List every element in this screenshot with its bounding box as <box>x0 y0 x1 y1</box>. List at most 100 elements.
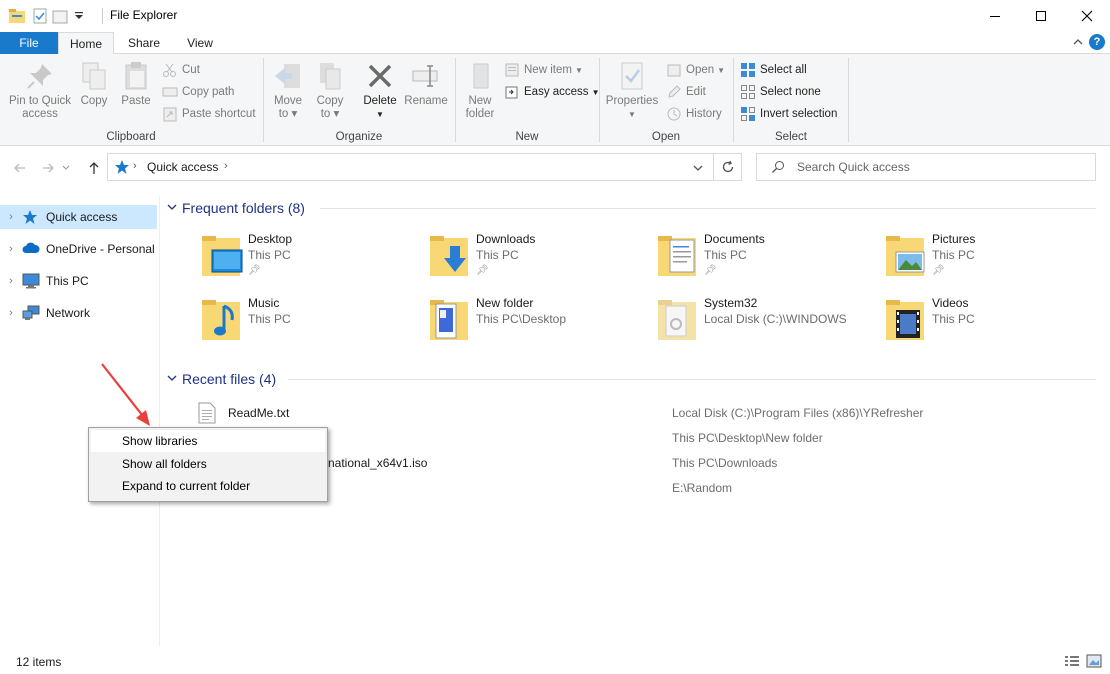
folder-tile-desktop[interactable]: Desktop This PC 📌︎ <box>198 232 418 288</box>
breadcrumb-quick-access[interactable]: Quick access <box>147 160 218 174</box>
select-none-button[interactable]: Select none <box>740 82 821 102</box>
recent-file-row[interactable]: E:\Random <box>196 477 1096 501</box>
folder-tile-system32[interactable]: System32 Local Disk (C:)\WINDOWS <box>654 296 874 352</box>
nav-item-quick-access[interactable]: › Quick access <box>0 205 157 229</box>
annotation-arrow-icon <box>101 363 150 426</box>
details-view-icon[interactable] <box>1064 654 1080 671</box>
customize-toolbar-icon[interactable] <box>72 8 86 24</box>
scissors-icon <box>162 62 178 78</box>
menu-item-show-all-folders[interactable]: Show all folders <box>91 453 325 475</box>
edit-button[interactable]: Edit <box>666 82 706 102</box>
frequent-folders-header[interactable]: Frequent folders (8) <box>166 198 305 218</box>
properties-button[interactable]: Properties ▼ <box>604 60 660 121</box>
expand-chevron-icon[interactable]: › <box>0 275 22 287</box>
item-count: 12 items <box>16 655 62 669</box>
tab-file[interactable]: File <box>0 32 58 54</box>
up-button[interactable] <box>84 158 104 178</box>
maximize-button[interactable] <box>1018 0 1064 32</box>
invert-selection-button[interactable]: Invert selection <box>740 104 837 124</box>
select-all-icon <box>740 62 756 78</box>
paste-button[interactable]: Paste <box>116 60 156 108</box>
menu-item-expand-to-current-folder[interactable]: Expand to current folder <box>91 475 325 497</box>
breadcrumb-chevron-icon[interactable]: › <box>133 160 137 172</box>
folder-tile-videos[interactable]: Videos This PC <box>882 296 1102 352</box>
open-button[interactable]: Open ▼ <box>666 60 725 80</box>
tab-share[interactable]: Share <box>118 32 170 54</box>
menu-item-show-libraries[interactable]: Show libraries <box>91 430 325 452</box>
search-box[interactable]: Search Quick access <box>756 153 1096 181</box>
paste-label: Paste <box>121 95 151 107</box>
copy-path-button[interactable]: Copy path <box>162 82 234 102</box>
new-folder-label-2: folder <box>465 108 495 120</box>
easy-access-label: Easy access <box>524 86 589 98</box>
folder-tile-pictures[interactable]: Pictures This PC 📌︎ <box>882 232 1102 288</box>
address-dropdown-icon[interactable] <box>692 162 704 176</box>
back-button[interactable] <box>10 158 30 178</box>
folder-name: Videos <box>932 296 969 310</box>
select-group-label: Select <box>775 131 807 143</box>
new-folder-button[interactable]: New folder <box>460 60 500 121</box>
minimize-button[interactable] <box>972 0 1018 32</box>
copy-to-button[interactable]: Copy to ▾ <box>312 60 348 121</box>
close-button[interactable] <box>1064 0 1110 32</box>
expand-chevron-icon[interactable]: › <box>0 211 22 223</box>
new-item-label: New item <box>524 64 572 76</box>
rename-label: Rename <box>404 95 448 107</box>
collapse-chevron-icon[interactable] <box>166 201 182 215</box>
cut-label: Cut <box>182 64 200 76</box>
system32-folder-icon <box>654 296 700 344</box>
network-icon <box>22 305 40 321</box>
recent-file-row[interactable]: national_x64v1.iso This PC\Downloads <box>196 452 1096 476</box>
recent-file-path: E:\Random <box>672 481 733 495</box>
paste-shortcut-button[interactable]: Paste shortcut <box>162 104 256 124</box>
delete-dropdown-icon[interactable]: ▼ <box>360 108 400 121</box>
forward-button[interactable] <box>38 158 58 178</box>
delete-label: Delete <box>363 95 397 107</box>
properties-dropdown-icon[interactable]: ▼ <box>604 108 660 121</box>
tab-view[interactable]: View <box>174 32 226 54</box>
recent-file-path: This PC\Downloads <box>672 456 778 470</box>
move-to-button[interactable]: Move to ▾ <box>270 60 306 121</box>
folder-tile-new-folder[interactable]: New folder This PC\Desktop <box>426 296 646 352</box>
address-bar[interactable]: › Quick access › <box>107 153 714 181</box>
folder-tile-documents[interactable]: Documents This PC 📌︎ <box>654 232 874 288</box>
select-none-icon <box>740 84 756 100</box>
help-icon[interactable]: ? <box>1089 34 1105 50</box>
expand-chevron-icon[interactable]: › <box>0 243 22 255</box>
easy-access-button[interactable]: Easy access ▼ <box>504 82 599 102</box>
recent-locations-button[interactable] <box>60 158 72 178</box>
recent-file-path: Local Disk (C:)\Program Files (x86)\YRef… <box>672 406 924 420</box>
search-input[interactable]: Search Quick access <box>797 160 910 174</box>
history-icon <box>666 106 682 122</box>
large-icons-view-icon[interactable] <box>1086 654 1102 671</box>
new-item-button[interactable]: New item ▼ <box>504 60 583 80</box>
nav-item-this-pc[interactable]: › This PC <box>0 269 157 293</box>
history-button[interactable]: History <box>666 104 722 124</box>
folder-tile-downloads[interactable]: Downloads This PC 📌︎ <box>426 232 646 288</box>
open-group: Properties ▼ Open ▼ Edit History Open <box>600 54 732 146</box>
breadcrumb-chevron-icon[interactable]: › <box>224 160 228 172</box>
collapse-chevron-icon[interactable] <box>166 372 182 386</box>
new-folder-quick-icon[interactable] <box>52 8 68 24</box>
expand-chevron-icon[interactable]: › <box>0 307 22 319</box>
pin-to-quick-access-button[interactable]: Pin to Quick access <box>4 60 76 121</box>
copy-icon <box>78 60 110 92</box>
tab-home[interactable]: Home <box>58 32 114 55</box>
select-all-button[interactable]: Select all <box>740 60 807 80</box>
refresh-button[interactable] <box>714 153 742 181</box>
recent-files-header[interactable]: Recent files (4) <box>166 369 276 389</box>
delete-button[interactable]: Delete ▼ <box>360 60 400 121</box>
rename-button[interactable]: Rename <box>404 60 448 108</box>
recent-file-row[interactable]: ReadMe.txt Local Disk (C:)\Program Files… <box>196 402 1096 426</box>
copy-button[interactable]: Copy <box>76 60 112 108</box>
recent-file-row[interactable]: This PC\Desktop\New folder <box>196 427 1096 451</box>
properties-quick-icon[interactable] <box>32 8 48 24</box>
nav-item-network[interactable]: › Network <box>0 301 157 325</box>
cut-button[interactable]: Cut <box>162 60 200 80</box>
nav-item-onedrive[interactable]: › OneDrive - Personal <box>0 237 157 261</box>
folder-name: Downloads <box>476 232 536 246</box>
folder-tile-music[interactable]: Music This PC <box>198 296 418 352</box>
new-group-label: New <box>515 131 539 143</box>
expand-ribbon-icon[interactable] <box>1072 36 1084 51</box>
copy-to-label-1: Copy <box>316 95 344 107</box>
